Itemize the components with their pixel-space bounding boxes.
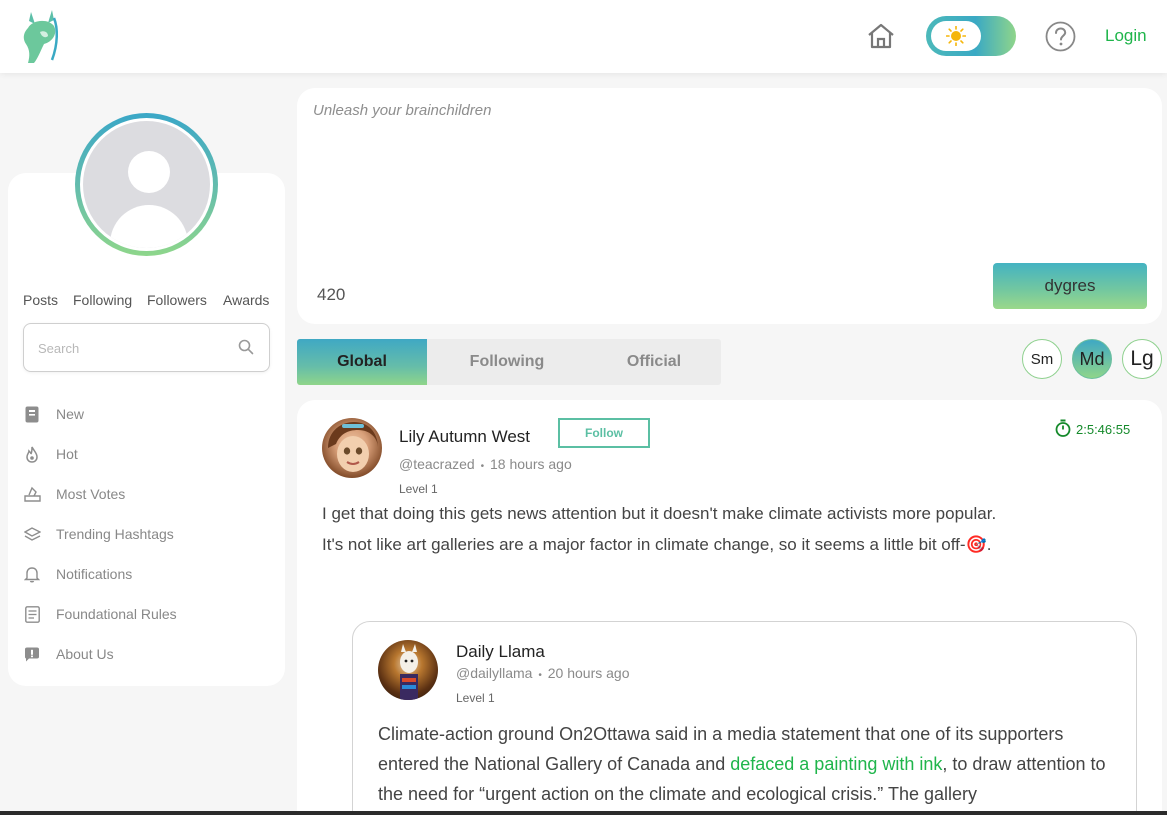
quoted-author-handle[interactable]: @dailyllama <box>456 665 532 681</box>
top-header: Login <box>0 0 1167 73</box>
search-box <box>23 323 270 372</box>
quoted-post-time: 20 hours ago <box>547 665 630 681</box>
post-body: I get that doing this gets news attentio… <box>322 498 1122 560</box>
target-emoji-icon: 🎯 <box>965 535 987 554</box>
sidebar-item-trending-hashtags[interactable]: Trending Hashtags <box>23 514 263 554</box>
sidebar-item-about-us[interactable]: About Us <box>23 634 263 674</box>
text-size-lg-button[interactable]: Lg <box>1122 339 1162 379</box>
sidebar-item-new[interactable]: New <box>23 394 263 434</box>
tab-global[interactable]: Global <box>297 339 427 385</box>
post-text-segment: It's not like art galleries are a major … <box>322 535 966 554</box>
sidebar-item-notifications[interactable]: Notifications <box>23 554 263 594</box>
tab-official[interactable]: Official <box>587 339 721 385</box>
stat-awards[interactable]: Awards <box>223 292 283 308</box>
sidebar-item-label: Foundational Rules <box>56 606 177 622</box>
post-card: Lily Autumn West Follow @teacrazed • 18 … <box>297 400 1162 815</box>
author-avatar[interactable] <box>322 418 382 478</box>
rules-icon <box>23 605 41 623</box>
sidebar-nav: New Hot Most Votes Trending Hashtags Not… <box>23 394 263 674</box>
llama-logo-icon[interactable] <box>18 8 62 66</box>
quoted-post[interactable]: Daily Llama @dailyllama • 20 hours ago L… <box>352 621 1137 815</box>
sun-icon <box>931 21 981 51</box>
quoted-author-meta: @dailyllama • 20 hours ago <box>456 665 630 681</box>
author-handle[interactable]: @teacrazed <box>399 456 475 472</box>
follow-button[interactable]: Follow <box>558 418 650 448</box>
sidebar-item-foundational-rules[interactable]: Foundational Rules <box>23 594 263 634</box>
post-composer: 420 dygres <box>297 88 1162 324</box>
stopwatch-icon <box>1055 419 1071 440</box>
info-icon <box>23 645 41 663</box>
stat-posts[interactable]: Posts <box>23 292 63 308</box>
tab-following[interactable]: Following <box>427 339 587 385</box>
meta-separator: • <box>480 461 485 472</box>
sidebar-item-label: About Us <box>56 646 114 662</box>
sidebar-item-label: Notifications <box>56 566 133 582</box>
quoted-post-body: Climate-action ground On2Ottawa said in … <box>378 719 1123 809</box>
quoted-author-name[interactable]: Daily Llama <box>456 642 545 662</box>
help-icon[interactable] <box>1045 21 1076 52</box>
theme-toggle[interactable] <box>926 16 1016 56</box>
post-text-line: I get that doing this gets news attentio… <box>322 504 997 523</box>
author-level: Level 1 <box>399 482 438 496</box>
flame-icon <box>23 445 41 463</box>
text-size-md-button[interactable]: Md <box>1072 339 1112 379</box>
article-link[interactable]: defaced a painting with ink <box>730 754 942 774</box>
sidebar-item-most-votes[interactable]: Most Votes <box>23 474 263 514</box>
composer-input[interactable] <box>313 102 1143 252</box>
home-icon[interactable] <box>866 22 896 50</box>
author-name[interactable]: Lily Autumn West <box>399 427 530 447</box>
bell-icon <box>23 565 41 583</box>
char-count: 420 <box>317 285 346 304</box>
post-timer: 2:5:46:55 <box>1055 419 1130 440</box>
stat-followers[interactable]: Followers <box>147 292 217 308</box>
timer-value: 2:5:46:55 <box>1076 422 1131 437</box>
text-size-sm-button[interactable]: Sm <box>1022 339 1062 379</box>
post-text-line: It's not like art galleries are a major … <box>322 529 1122 560</box>
feed-tabs: Global Following Official <box>297 339 721 385</box>
vote-icon <box>23 485 41 503</box>
screen-bottom-edge <box>0 811 1167 815</box>
sidebar-item-label: Trending Hashtags <box>56 526 174 542</box>
submit-post-button[interactable]: dygres <box>993 263 1147 309</box>
meta-separator: • <box>538 670 542 681</box>
author-meta: @teacrazed • 18 hours ago <box>399 456 572 472</box>
new-icon <box>23 405 41 423</box>
stat-following[interactable]: Following <box>73 292 143 308</box>
hashtag-icon <box>23 525 41 543</box>
sidebar-item-label: Most Votes <box>56 486 126 502</box>
sidebar-item-hot[interactable]: Hot <box>23 434 263 474</box>
user-avatar-icon[interactable] <box>75 113 218 256</box>
sidebar-item-label: New <box>56 406 85 422</box>
quoted-author-avatar[interactable] <box>378 640 438 700</box>
search-icon[interactable] <box>238 339 254 355</box>
search-input[interactable] <box>38 337 228 359</box>
login-link[interactable]: Login <box>1105 26 1147 46</box>
sidebar-item-label: Hot <box>56 446 78 462</box>
post-time: 18 hours ago <box>490 456 572 472</box>
quoted-author-level: Level 1 <box>456 691 495 705</box>
post-text-segment: . <box>986 535 992 554</box>
